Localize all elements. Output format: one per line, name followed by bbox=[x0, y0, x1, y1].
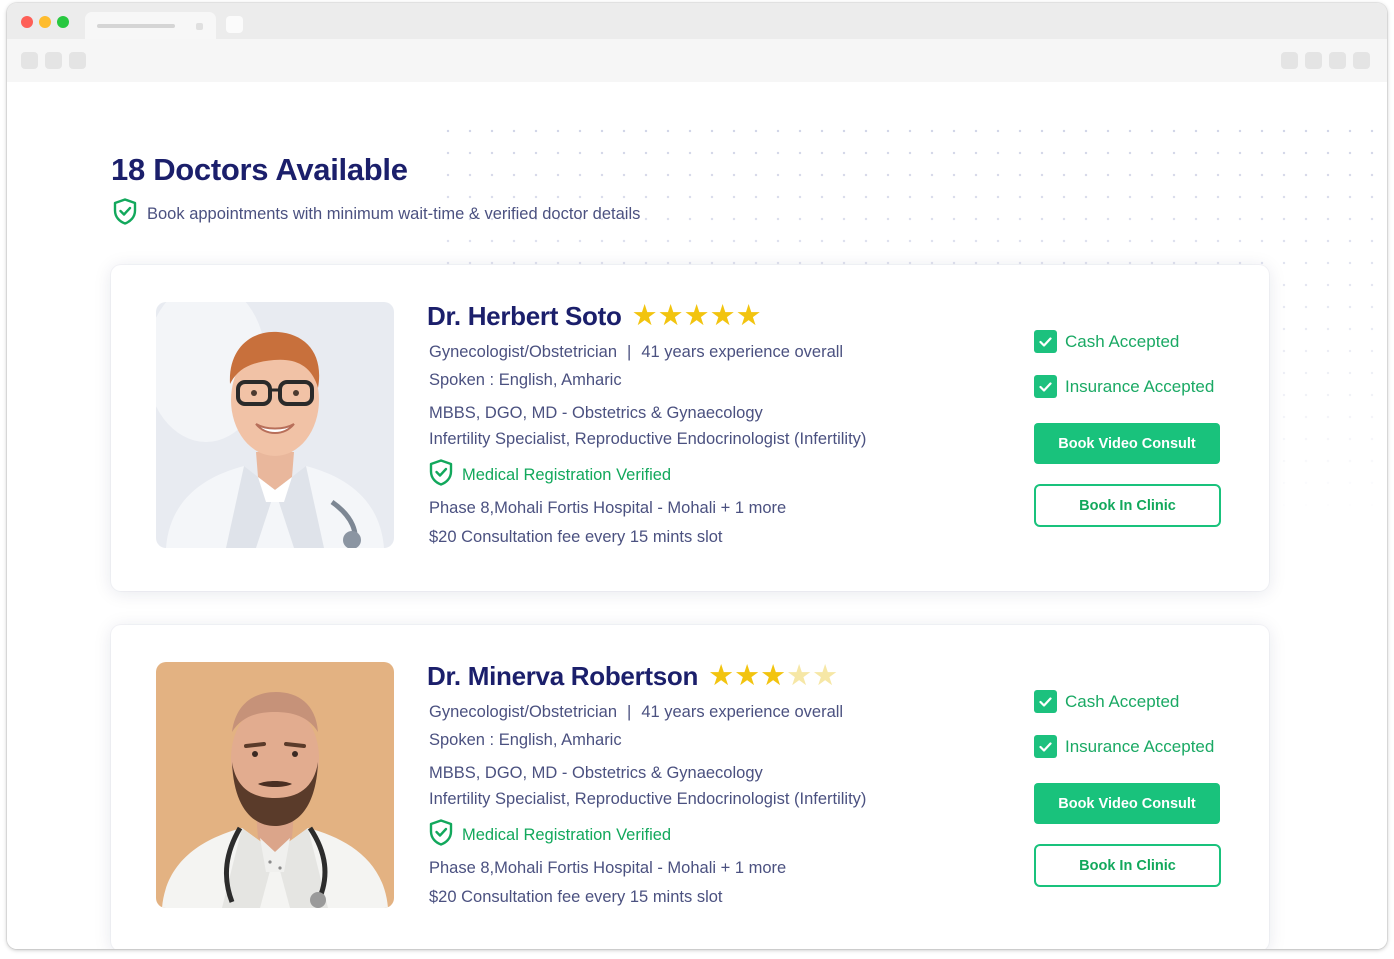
page-subtitle: Book appointments with minimum wait-time… bbox=[147, 204, 641, 223]
star-icon: ★ bbox=[735, 299, 762, 332]
tab-title-placeholder bbox=[97, 24, 175, 28]
browser-toolbar bbox=[7, 39, 1387, 82]
doctor-info: Dr. Minerva Robertson ★ ★ ★ ★ ★ Gynecolo… bbox=[427, 659, 947, 907]
doctor-card: Dr. Minerva Robertson ★ ★ ★ ★ ★ Gynecolo… bbox=[111, 625, 1269, 949]
close-window-button[interactable] bbox=[21, 16, 33, 28]
doctor-languages: Spoken : English, Amharic bbox=[429, 371, 622, 389]
separator: | bbox=[627, 343, 632, 361]
verified-row: Medical Registration Verified bbox=[429, 819, 671, 851]
doctor-specialty: Gynecologist/Obstetrician bbox=[429, 343, 618, 361]
checkbox-checked-icon bbox=[1034, 690, 1057, 713]
browser-titlebar bbox=[7, 3, 1387, 39]
page-title: 18 Doctors Available bbox=[111, 152, 408, 187]
doctor-info: Dr. Herbert Soto ★ ★ ★ ★ ★ Gynecologist/… bbox=[427, 299, 947, 547]
doctor-photo bbox=[156, 662, 394, 908]
checkbox-checked-icon bbox=[1034, 375, 1057, 398]
doctor-photo bbox=[156, 302, 394, 548]
doctor-specialty-line: Gynecologist/Obstetrician | 41 years exper… bbox=[429, 703, 843, 722]
reload-button[interactable] bbox=[69, 52, 86, 69]
toolbar-action-button[interactable] bbox=[1353, 52, 1370, 69]
doctor-languages: Spoken : English, Amharic bbox=[429, 731, 622, 749]
cash-accepted-row: Cash Accepted bbox=[1034, 330, 1179, 353]
toolbar-action-button[interactable] bbox=[1329, 52, 1346, 69]
doctor-rating: ★ ★ ★ ★ ★ bbox=[631, 299, 762, 332]
doctor-specializations: Infertility Specialist, Reproductive End… bbox=[429, 790, 867, 808]
star-icon: ★ bbox=[760, 659, 787, 692]
star-empty-icon: ★ bbox=[786, 659, 813, 692]
doctor-specializations: Infertility Specialist, Reproductive End… bbox=[429, 430, 867, 448]
insurance-accepted-label: Insurance Accepted bbox=[1065, 376, 1215, 396]
doctor-rating: ★ ★ ★ ★ ★ bbox=[708, 659, 839, 692]
insurance-accepted-label: Insurance Accepted bbox=[1065, 736, 1215, 756]
booking-panel: Cash Accepted Insurance Accepted Book Vi… bbox=[1034, 625, 1234, 949]
doctor-degrees: MBBS, DGO, MD - Obstetrics & Gynaecology bbox=[429, 404, 763, 422]
back-button[interactable] bbox=[21, 52, 38, 69]
insurance-accepted-row: Insurance Accepted bbox=[1034, 735, 1214, 758]
checkbox-checked-icon bbox=[1034, 330, 1057, 353]
book-video-consult-button[interactable]: Book Video Consult bbox=[1034, 423, 1220, 464]
doctor-fee: $20 Consultation fee every 15 mints slot bbox=[429, 528, 723, 546]
doctor-location[interactable]: Phase 8,Mohali Fortis Hospital - Mohali … bbox=[429, 859, 786, 878]
star-empty-icon: ★ bbox=[812, 659, 839, 692]
cash-accepted-row: Cash Accepted bbox=[1034, 690, 1179, 713]
page-content: 18 Doctors Available Book appointments w… bbox=[7, 82, 1387, 949]
star-icon: ★ bbox=[708, 659, 735, 692]
doctor-experience: 41 years experience overall bbox=[641, 703, 844, 721]
subtitle-row: Book appointments with minimum wait-time… bbox=[113, 198, 640, 230]
insurance-accepted-row: Insurance Accepted bbox=[1034, 375, 1214, 398]
doctor-card: Dr. Herbert Soto ★ ★ ★ ★ ★ Gynecologist/… bbox=[111, 265, 1269, 591]
doctor-name-row: Dr. Herbert Soto ★ ★ ★ ★ ★ bbox=[427, 299, 947, 333]
verified-label: Medical Registration Verified bbox=[462, 825, 672, 844]
minimize-window-button[interactable] bbox=[39, 16, 51, 28]
doctor-name-row: Dr. Minerva Robertson ★ ★ ★ ★ ★ bbox=[427, 659, 947, 693]
doctor-experience: 41 years experience overall bbox=[641, 343, 844, 361]
toolbar-action-button[interactable] bbox=[1305, 52, 1322, 69]
toolbar-action-button[interactable] bbox=[1281, 52, 1298, 69]
cash-accepted-label: Cash Accepted bbox=[1065, 691, 1180, 711]
star-icon: ★ bbox=[657, 299, 684, 332]
doctor-location[interactable]: Phase 8,Mohali Fortis Hospital - Mohali … bbox=[429, 499, 786, 518]
book-video-consult-button[interactable]: Book Video Consult bbox=[1034, 783, 1220, 824]
star-icon: ★ bbox=[734, 659, 761, 692]
browser-tab[interactable] bbox=[85, 12, 216, 39]
doctor-name[interactable]: Dr. Minerva Robertson bbox=[427, 661, 698, 692]
doctor-degrees: MBBS, DGO, MD - Obstetrics & Gynaecology bbox=[429, 764, 763, 782]
doctor-name[interactable]: Dr. Herbert Soto bbox=[427, 301, 622, 332]
star-icon: ★ bbox=[683, 299, 710, 332]
booking-panel: Cash Accepted Insurance Accepted Book Vi… bbox=[1034, 265, 1234, 591]
cash-accepted-label: Cash Accepted bbox=[1065, 331, 1180, 351]
verified-label: Medical Registration Verified bbox=[462, 465, 672, 484]
shield-check-icon bbox=[429, 819, 453, 851]
new-tab-button[interactable] bbox=[226, 16, 243, 33]
forward-button[interactable] bbox=[45, 52, 62, 69]
checkbox-checked-icon bbox=[1034, 735, 1057, 758]
maximize-window-button[interactable] bbox=[57, 16, 69, 28]
separator: | bbox=[627, 703, 632, 721]
book-in-clinic-button[interactable]: Book In Clinic bbox=[1034, 484, 1221, 527]
doctor-specialty: Gynecologist/Obstetrician bbox=[429, 703, 618, 721]
shield-check-icon bbox=[113, 198, 137, 230]
verified-row: Medical Registration Verified bbox=[429, 459, 671, 491]
browser-window: 18 Doctors Available Book appointments w… bbox=[7, 3, 1387, 949]
star-icon: ★ bbox=[709, 299, 736, 332]
shield-check-icon bbox=[429, 459, 453, 491]
doctor-specialty-line: Gynecologist/Obstetrician | 41 years exper… bbox=[429, 343, 843, 362]
book-in-clinic-button[interactable]: Book In Clinic bbox=[1034, 844, 1221, 887]
tab-close-icon[interactable] bbox=[196, 23, 203, 30]
star-icon: ★ bbox=[631, 299, 658, 332]
doctor-fee: $20 Consultation fee every 15 mints slot bbox=[429, 888, 723, 906]
